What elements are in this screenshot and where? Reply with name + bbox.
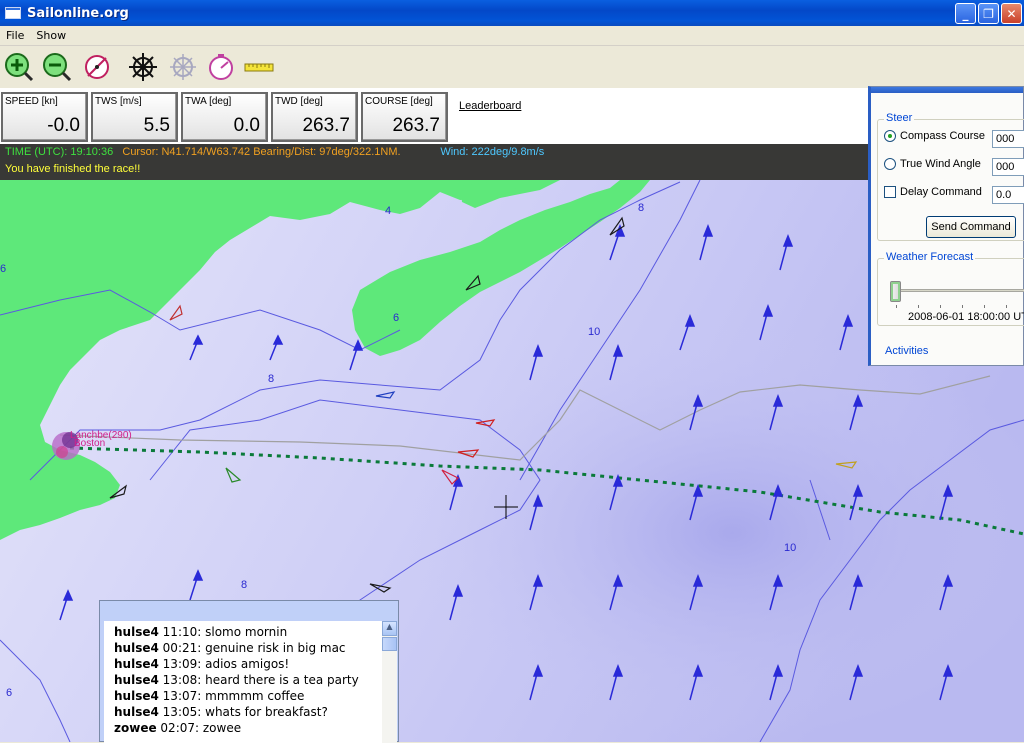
gauge-value: -0.0	[47, 115, 80, 136]
gauge-value: 5.5	[143, 115, 170, 136]
scroll-up-arrow-icon[interactable]: ▲	[382, 621, 397, 636]
clock-gauge-icon[interactable]	[206, 52, 236, 82]
isobar-label: 6	[6, 687, 12, 699]
true-wind-angle-label: True Wind Angle	[900, 158, 981, 170]
crosshair-wheel-icon[interactable]	[168, 52, 198, 82]
twd-gauge: TWD [deg] 263.7	[271, 92, 358, 142]
gauge-value: 263.7	[392, 115, 440, 136]
compass-course-input[interactable]: 000	[992, 130, 1024, 148]
delay-command-checkbox[interactable]	[884, 186, 896, 198]
leaderboard-link[interactable]: Leaderboard	[459, 100, 521, 112]
instrument-panel: SPEED [kn] -0.0 TWS [m/s] 5.5 TWA [deg] …	[0, 88, 868, 144]
gauge-label: TWA [deg]	[185, 96, 232, 107]
compass-course-label: Compass Course	[900, 130, 985, 142]
toolbar	[0, 46, 1024, 88]
window-title: Sailonline.org	[27, 5, 129, 21]
wind-readout: Wind: 222deg/9.8m/s	[440, 146, 545, 158]
menu-show[interactable]: Show	[30, 29, 72, 42]
forecast-slider-thumb[interactable]	[890, 281, 901, 302]
title-bar: Sailonline.org _ ❐ ✕	[0, 0, 1024, 26]
forecast-slider-track[interactable]	[892, 289, 1024, 292]
slider-tick	[962, 305, 963, 308]
compass-course-option[interactable]: Compass Course	[884, 130, 985, 142]
status-line: TIME (UTC): 19:10:36 Cursor: N41.714/W63…	[5, 146, 544, 158]
scrollbar-thumb[interactable]	[382, 637, 397, 651]
isobar-label: 8	[241, 579, 247, 591]
chat-scrollbar[interactable]: ▲	[382, 621, 397, 743]
send-command-button[interactable]: Send Command	[926, 216, 1016, 238]
minimize-button[interactable]: _	[955, 3, 976, 24]
slider-tick	[940, 305, 941, 308]
activities-section[interactable]: Activities	[885, 345, 928, 357]
forecast-date: 2008-06-01 18:00:00 UT	[908, 311, 1024, 323]
slider-tick	[984, 305, 985, 308]
cursor-readout: Cursor: N41.714/W63.742 Bearing/Dist: 97…	[122, 146, 401, 158]
panel-header-bar	[871, 87, 1023, 93]
compass-course-radio[interactable]	[884, 130, 896, 142]
delay-command-label: Delay Command	[900, 186, 982, 198]
chat-log: hulse4 11:10: slomo mornin hulse4 00:21:…	[104, 621, 384, 743]
twa-gauge: TWA [deg] 0.0	[181, 92, 268, 142]
steer-panel: Steer Compass Course 000 True Wind Angle…	[868, 86, 1024, 366]
race-finished-message: You have finished the race!!	[5, 163, 141, 175]
chat-message: hulse4 00:21: genuine risk in big mac	[114, 641, 346, 655]
helm-wheel-icon[interactable]	[128, 52, 158, 82]
chat-message: hulse4 13:08: heard there is a tea party	[114, 673, 359, 687]
isobar-label: 10	[588, 326, 600, 338]
status-bar: TIME (UTC): 19:10:36 Cursor: N41.714/W63…	[0, 144, 868, 180]
zoom-out-icon[interactable]	[42, 52, 72, 82]
tws-gauge: TWS [m/s] 5.5	[91, 92, 178, 142]
isobar-label: 10	[784, 542, 796, 554]
true-wind-angle-radio[interactable]	[884, 158, 896, 170]
course-gauge: COURSE [deg] 263.7	[361, 92, 448, 142]
gauge-label: SPEED [kn]	[5, 96, 58, 107]
true-wind-angle-input[interactable]: 000	[992, 158, 1024, 176]
gauge-label: TWD [deg]	[275, 96, 323, 107]
place-label: Boston	[74, 438, 105, 449]
slider-tick	[918, 305, 919, 308]
delay-command-input[interactable]: 0.0	[992, 186, 1024, 204]
true-wind-angle-option[interactable]: True Wind Angle	[884, 158, 981, 170]
app-icon	[5, 7, 21, 19]
compass-icon[interactable]	[82, 52, 112, 82]
steer-group: Steer Compass Course 000 True Wind Angle…	[877, 112, 1024, 241]
slider-tick	[896, 305, 897, 308]
forecast-title: Weather Forecast	[884, 251, 976, 263]
chat-message: zowee 02:07: zowee	[114, 721, 242, 735]
isobar-label: 6	[0, 263, 6, 275]
chat-message: hulse4 13:05: whats for breakfast?	[114, 705, 328, 719]
gauge-value: 263.7	[302, 115, 350, 136]
zoom-in-icon[interactable]	[4, 52, 34, 82]
chat-message: hulse4 13:09: adios amigos!	[114, 657, 290, 671]
delay-command-option[interactable]: Delay Command	[884, 186, 982, 198]
speed-gauge: SPEED [kn] -0.0	[1, 92, 88, 142]
chat-panel: hulse4 11:10: slomo mornin hulse4 00:21:…	[99, 600, 399, 743]
maximize-button[interactable]: ❐	[978, 3, 999, 24]
gauge-label: COURSE [deg]	[365, 96, 433, 107]
close-button[interactable]: ✕	[1001, 3, 1022, 24]
menu-bar: File Show	[0, 26, 1024, 46]
isobar-label: 8	[268, 373, 274, 385]
menu-file[interactable]: File	[0, 29, 30, 42]
slider-tick	[1006, 305, 1007, 308]
gauge-label: TWS [m/s]	[95, 96, 142, 107]
ruler-icon[interactable]	[244, 52, 274, 82]
isobar-label: 4	[385, 205, 391, 217]
isobar-label: 8	[638, 202, 644, 214]
steer-title: Steer	[884, 112, 915, 124]
gauge-value: 0.0	[233, 115, 260, 136]
chat-message: hulse4 13:07: mmmmm coffee	[114, 689, 305, 703]
weather-forecast-group: Weather Forecast 2008-06-01 18:00:00 UT	[877, 251, 1024, 326]
chat-message: hulse4 11:10: slomo mornin	[114, 625, 288, 639]
isobar-label: 6	[393, 312, 399, 324]
time-readout: TIME (UTC): 19:10:36	[5, 146, 114, 158]
